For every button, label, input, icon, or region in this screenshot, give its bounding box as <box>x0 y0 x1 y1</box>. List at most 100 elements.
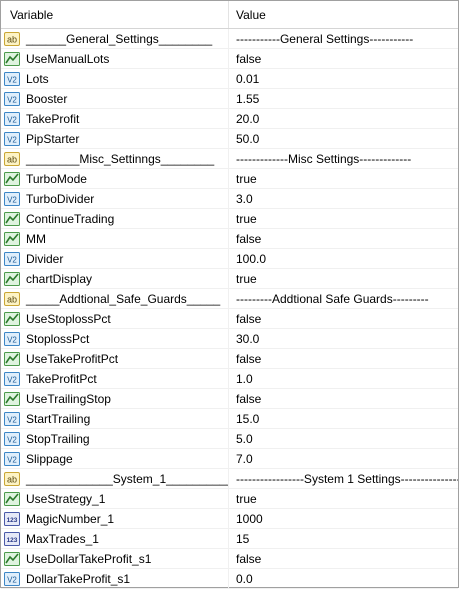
value-cell[interactable]: 15 <box>229 529 458 548</box>
svg-text:V2: V2 <box>7 415 17 424</box>
column-header-value[interactable]: Value <box>229 1 458 28</box>
value-cell[interactable]: 7.0 <box>229 449 458 468</box>
table-row[interactable]: V2 Slippage 7.0 <box>1 449 458 469</box>
int-icon: 123 <box>4 511 20 526</box>
table-row[interactable]: V2 TakeProfit 20.0 <box>1 109 458 129</box>
table-header: Variable Value <box>1 1 458 29</box>
value-cell[interactable]: 1.0 <box>229 369 458 388</box>
svg-text:123: 123 <box>7 517 18 524</box>
variable-name: StartTrailing <box>26 411 91 426</box>
value-cell[interactable]: false <box>229 349 458 368</box>
table-row[interactable]: V2 StoplossPct 30.0 <box>1 329 458 349</box>
variable-cell: V2 StopTrailing <box>1 429 229 448</box>
svg-text:V2: V2 <box>7 375 17 384</box>
table-row[interactable]: V2 DollarTakeProfit_s1 0.0 <box>1 569 458 589</box>
value-cell[interactable]: 3.0 <box>229 189 458 208</box>
value-cell[interactable]: false <box>229 229 458 248</box>
variable-name: Slippage <box>26 451 73 466</box>
variable-name: StoplossPct <box>26 331 90 346</box>
table-row[interactable]: V2 StopTrailing 5.0 <box>1 429 458 449</box>
table-row[interactable]: UseStoplossPct false <box>1 309 458 329</box>
variable-cell: V2 Slippage <box>1 449 229 468</box>
value-cell[interactable]: true <box>229 489 458 508</box>
variable-name: ContinueTrading <box>26 211 115 226</box>
variable-cell: V2 TakeProfit <box>1 109 229 128</box>
value-cell[interactable]: false <box>229 49 458 68</box>
value-cell[interactable]: -----------General Settings----------- <box>229 29 458 48</box>
table-row[interactable]: V2 Divider 100.0 <box>1 249 458 269</box>
table-row[interactable]: V2 StartTrailing 15.0 <box>1 409 458 429</box>
double-icon: V2 <box>4 571 20 586</box>
double-icon: V2 <box>4 411 20 426</box>
variable-cell: V2 Lots <box>1 69 229 88</box>
table-row[interactable]: ab _____________System_1____________ -----… <box>1 469 458 489</box>
value-cell[interactable]: 0.0 <box>229 569 458 588</box>
svg-text:V2: V2 <box>7 115 17 124</box>
variable-cell: 123 MagicNumber_1 <box>1 509 229 528</box>
variable-cell: V2 TakeProfitPct <box>1 369 229 388</box>
value-cell[interactable]: false <box>229 389 458 408</box>
value-cell[interactable]: 5.0 <box>229 429 458 448</box>
variable-cell: UseStoplossPct <box>1 309 229 328</box>
svg-text:V2: V2 <box>7 255 17 264</box>
string-icon: ab <box>4 471 20 486</box>
variable-name: UseDollarTakeProfit_s1 <box>26 551 152 566</box>
table-row[interactable]: V2 Lots 0.01 <box>1 69 458 89</box>
value-cell[interactable]: ---------Addtional Safe Guards--------- <box>229 289 458 308</box>
value-cell[interactable]: 1000 <box>229 509 458 528</box>
double-icon: V2 <box>4 111 20 126</box>
value-cell[interactable]: 0.01 <box>229 69 458 88</box>
table-row[interactable]: UseManualLots false <box>1 49 458 69</box>
double-icon: V2 <box>4 451 20 466</box>
table-row[interactable]: UseDollarTakeProfit_s1 false <box>1 549 458 569</box>
table-row[interactable]: MM false <box>1 229 458 249</box>
table-row[interactable]: ab _____Addtional_Safe_Guards_____ -------… <box>1 289 458 309</box>
variable-name: Divider <box>26 251 64 266</box>
table-body: ab ______General_Settings________ --------… <box>1 29 458 589</box>
table-row[interactable]: UseTakeProfitPct false <box>1 349 458 369</box>
table-row[interactable]: 123 MagicNumber_1 1000 <box>1 509 458 529</box>
table-row[interactable]: UseTrailingStop false <box>1 389 458 409</box>
table-row[interactable]: chartDisplay true <box>1 269 458 289</box>
table-row[interactable]: V2 TurboDivider 3.0 <box>1 189 458 209</box>
value-cell[interactable]: 50.0 <box>229 129 458 148</box>
value-cell[interactable]: 1.55 <box>229 89 458 108</box>
bool-icon <box>4 211 20 226</box>
value-cell[interactable]: -------------Misc Settings------------- <box>229 149 458 168</box>
table-row[interactable]: V2 PipStarter 50.0 <box>1 129 458 149</box>
table-row[interactable]: UseStrategy_1 true <box>1 489 458 509</box>
table-row[interactable]: TurboMode true <box>1 169 458 189</box>
table-row[interactable]: ab ________Misc_Settinngs________ --------… <box>1 149 458 169</box>
value-cell[interactable]: -----------------System 1 Settings------… <box>229 469 458 488</box>
bool-icon <box>4 311 20 326</box>
value-cell[interactable]: 15.0 <box>229 409 458 428</box>
variable-cell: MM <box>1 229 229 248</box>
variable-cell: ab ________Misc_Settinngs________ <box>1 149 229 168</box>
table-row[interactable]: V2 Booster 1.55 <box>1 89 458 109</box>
variable-name: Lots <box>26 71 49 86</box>
double-icon: V2 <box>4 191 20 206</box>
value-cell[interactable]: 30.0 <box>229 329 458 348</box>
string-icon: ab <box>4 31 20 46</box>
double-icon: V2 <box>4 431 20 446</box>
value-cell[interactable]: true <box>229 209 458 228</box>
table-row[interactable]: ContinueTrading true <box>1 209 458 229</box>
value-cell[interactable]: 100.0 <box>229 249 458 268</box>
variable-name: ______General_Settings________ <box>26 31 213 46</box>
variable-name: TakeProfit <box>26 111 80 126</box>
column-header-variable[interactable]: Variable <box>1 1 229 28</box>
value-cell[interactable]: false <box>229 549 458 568</box>
double-icon: V2 <box>4 251 20 266</box>
table-row[interactable]: V2 TakeProfitPct 1.0 <box>1 369 458 389</box>
value-cell[interactable]: false <box>229 309 458 328</box>
table-row[interactable]: 123 MaxTrades_1 15 <box>1 529 458 549</box>
variable-name: UseStrategy_1 <box>26 491 106 506</box>
value-cell[interactable]: true <box>229 169 458 188</box>
variable-name: _____Addtional_Safe_Guards_____ <box>26 291 221 306</box>
table-row[interactable]: ab ______General_Settings________ --------… <box>1 29 458 49</box>
value-cell[interactable]: 20.0 <box>229 109 458 128</box>
variable-name: UseManualLots <box>26 51 110 66</box>
svg-text:V2: V2 <box>7 335 17 344</box>
value-cell[interactable]: true <box>229 269 458 288</box>
svg-text:V2: V2 <box>7 435 17 444</box>
